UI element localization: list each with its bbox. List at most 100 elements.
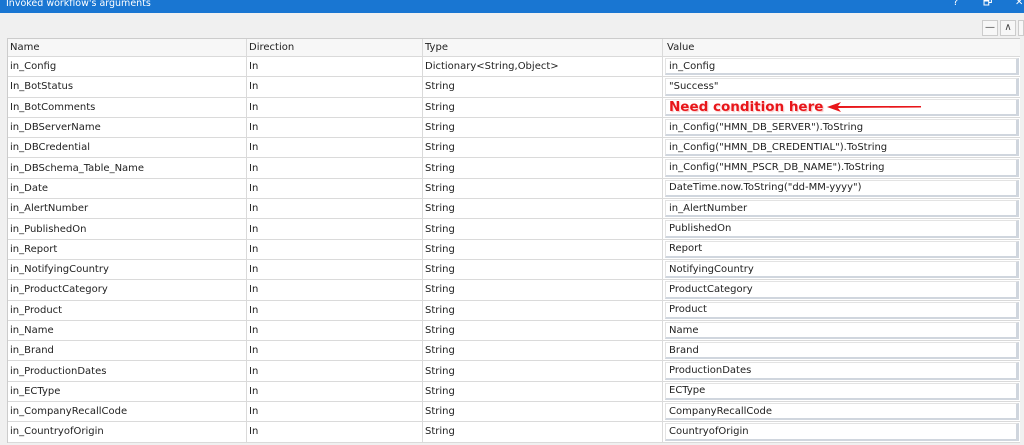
argument-value-input[interactable]: ProductionDates bbox=[665, 362, 1019, 380]
argument-value-input[interactable]: in_AlertNumber bbox=[665, 200, 1019, 218]
argument-value-cell: Report bbox=[663, 240, 1019, 259]
argument-direction[interactable]: In bbox=[247, 138, 423, 158]
argument-value-input[interactable]: PublishedOn bbox=[665, 220, 1019, 238]
argument-type[interactable]: String bbox=[423, 280, 663, 300]
argument-type[interactable]: String bbox=[423, 239, 663, 259]
move-up-button[interactable]: ∧ bbox=[1000, 20, 1016, 36]
argument-value-input[interactable]: in_Config("HMN_DB_SERVER").ToString bbox=[665, 118, 1019, 137]
title-bar: Invoked workflow's arguments ? 🗗 ✕ bbox=[0, 0, 1024, 13]
argument-type[interactable]: String bbox=[423, 117, 663, 138]
argument-value-cell: in_Config bbox=[663, 57, 1019, 76]
argument-direction[interactable]: In bbox=[247, 178, 423, 199]
table-row[interactable]: in_Brand In String Brand bbox=[8, 341, 1020, 362]
argument-direction[interactable]: In bbox=[247, 402, 423, 422]
argument-direction[interactable]: In bbox=[247, 117, 423, 138]
argument-value-cell: "Success" bbox=[663, 77, 1019, 96]
argument-direction[interactable]: In bbox=[247, 341, 423, 361]
argument-type[interactable]: String bbox=[423, 138, 663, 158]
column-header-value[interactable]: Value bbox=[663, 39, 1019, 56]
argument-value-input[interactable]: Brand bbox=[665, 342, 1019, 360]
table-row[interactable]: in_ProductionDates In String ProductionDate… bbox=[8, 361, 1020, 382]
argument-value-input[interactable]: NotifyingCountry bbox=[665, 260, 1019, 279]
table-row[interactable]: in_CompanyRecallCode In String CompanyRecal… bbox=[8, 402, 1020, 423]
argument-type[interactable]: String bbox=[423, 158, 663, 178]
move-down-button[interactable] bbox=[1018, 20, 1024, 36]
argument-direction[interactable]: In bbox=[247, 77, 423, 97]
argument-type[interactable]: String bbox=[423, 402, 663, 422]
argument-type[interactable]: String bbox=[423, 341, 663, 361]
remove-button[interactable]: — bbox=[982, 20, 998, 36]
argument-direction[interactable]: In bbox=[247, 320, 423, 341]
table-row[interactable]: in_AlertNumber In String in_AlertNumber bbox=[8, 199, 1020, 220]
argument-value-input[interactable]: in_Config("HMN_PSCR_DB_NAME").ToString bbox=[665, 159, 1019, 177]
argument-direction[interactable]: In bbox=[247, 259, 423, 280]
argument-name: In_BotStatus bbox=[8, 77, 247, 97]
argument-value-input[interactable]: "Success" bbox=[665, 78, 1019, 96]
argument-type[interactable]: String bbox=[423, 320, 663, 341]
argument-type[interactable]: String bbox=[423, 300, 663, 320]
argument-direction[interactable]: In bbox=[247, 381, 423, 402]
argument-type[interactable]: String bbox=[423, 259, 663, 280]
argument-value-input[interactable]: in_Config("HMN_DB_CREDENTIAL").ToString bbox=[665, 139, 1019, 157]
table-row[interactable]: in_DBSchema_Table_Name In String in_Config(… bbox=[8, 158, 1020, 179]
argument-type[interactable]: String bbox=[423, 199, 663, 219]
table-row[interactable]: in_NotifyingCountry In String NotifyingCoun… bbox=[8, 259, 1020, 281]
table-row[interactable]: in_Name In String Name bbox=[8, 320, 1020, 342]
argument-value-input[interactable]: Need condition here bbox=[665, 98, 1019, 116]
table-row[interactable]: in_Report In String Report bbox=[8, 239, 1020, 260]
window-title: Invoked workflow's arguments bbox=[6, 0, 151, 9]
argument-value-input[interactable]: in_Config bbox=[665, 58, 1019, 76]
argument-type[interactable]: String bbox=[423, 219, 663, 239]
table-row[interactable]: In_BotComments In String Need condition her… bbox=[8, 97, 1020, 118]
argument-direction[interactable]: In bbox=[247, 422, 423, 442]
argument-value-input[interactable]: Product bbox=[665, 301, 1019, 319]
argument-value-input[interactable]: CountryofOrigin bbox=[665, 423, 1019, 441]
argument-name: in_ProductionDates bbox=[8, 361, 247, 381]
argument-value-input[interactable]: DateTime.now.ToString("dd-MM-yyyy") bbox=[665, 179, 1019, 198]
argument-type[interactable]: String bbox=[423, 97, 663, 117]
argument-direction[interactable]: In bbox=[247, 97, 423, 117]
table-row[interactable]: in_ECType In String ECType bbox=[8, 381, 1020, 403]
table-row[interactable]: in_CountryofOrigin In String CountryofOrigi… bbox=[8, 422, 1020, 443]
argument-direction[interactable]: In bbox=[247, 361, 423, 381]
argument-value-input[interactable]: Report bbox=[665, 240, 1019, 258]
argument-value-input[interactable]: ECType bbox=[665, 382, 1019, 401]
table-row[interactable]: in_DBCredential In String in_Config("HMN_DB… bbox=[8, 138, 1020, 159]
column-header-type[interactable]: Type bbox=[423, 39, 663, 56]
argument-type[interactable]: String bbox=[423, 361, 663, 381]
argument-direction[interactable]: In bbox=[247, 239, 423, 259]
argument-type[interactable]: String bbox=[423, 178, 663, 199]
table-row[interactable]: in_Config In Dictionary<String,Object> in_C… bbox=[8, 57, 1020, 78]
table-row[interactable]: in_Product In String Product bbox=[8, 300, 1020, 321]
argument-value-input[interactable]: ProductCategory bbox=[665, 281, 1019, 299]
red-arrow-icon bbox=[827, 101, 922, 112]
column-header-name[interactable]: Name bbox=[8, 39, 247, 56]
help-button[interactable]: ? bbox=[953, 0, 958, 8]
argument-direction[interactable]: In bbox=[247, 300, 423, 320]
table-row[interactable]: in_PublishedOn In String PublishedOn bbox=[8, 219, 1020, 240]
argument-value-input[interactable]: CompanyRecallCode bbox=[665, 403, 1019, 421]
argument-type[interactable]: Dictionary<String,Object> bbox=[423, 57, 663, 77]
argument-type[interactable]: String bbox=[423, 381, 663, 402]
argument-type[interactable]: String bbox=[423, 77, 663, 97]
table-row[interactable]: in_ProductCategory In String ProductCategor… bbox=[8, 280, 1020, 301]
restore-button[interactable]: 🗗 bbox=[983, 0, 992, 8]
argument-type[interactable]: String bbox=[423, 422, 663, 442]
argument-value-cell: in_Config("HMN_DB_CREDENTIAL").ToString bbox=[663, 138, 1019, 157]
close-button[interactable]: ✕ bbox=[1015, 0, 1023, 8]
argument-value-input[interactable]: Name bbox=[665, 321, 1019, 340]
argument-direction[interactable]: In bbox=[247, 280, 423, 300]
argument-name: In_BotComments bbox=[8, 97, 247, 117]
argument-name: in_NotifyingCountry bbox=[8, 259, 247, 280]
argument-name: in_Report bbox=[8, 239, 247, 259]
argument-direction[interactable]: In bbox=[247, 219, 423, 239]
argument-direction[interactable]: In bbox=[247, 57, 423, 77]
argument-direction[interactable]: In bbox=[247, 158, 423, 178]
argument-direction[interactable]: In bbox=[247, 199, 423, 219]
table-row[interactable]: in_DBServerName In String in_Config("HMN_DB… bbox=[8, 117, 1020, 139]
argument-value-cell: Brand bbox=[663, 341, 1019, 360]
table-row[interactable]: in_Date In String DateTime.now.ToString("dd… bbox=[8, 178, 1020, 200]
table-row[interactable]: In_BotStatus In String "Success" bbox=[8, 77, 1020, 98]
column-header-direction[interactable]: Direction bbox=[247, 39, 423, 56]
argument-name: in_PublishedOn bbox=[8, 219, 247, 239]
